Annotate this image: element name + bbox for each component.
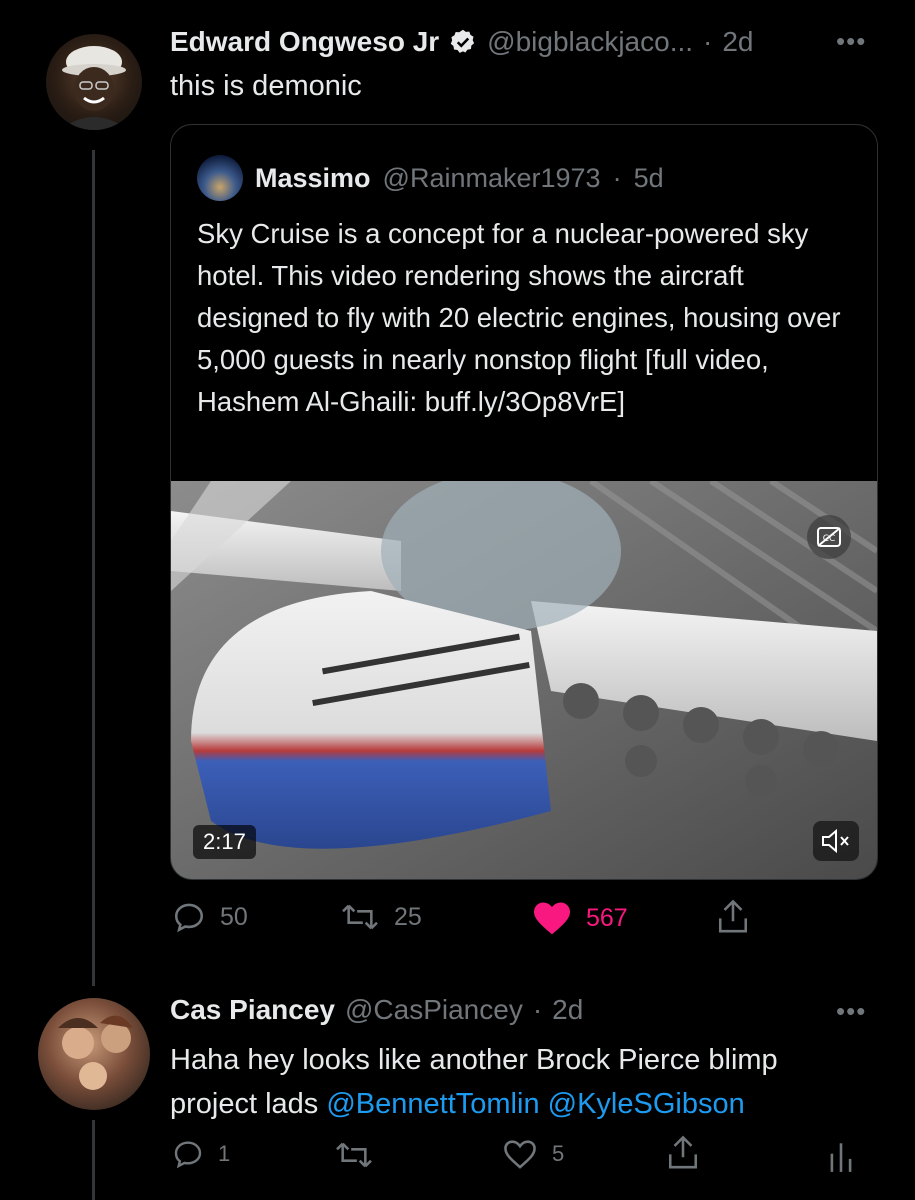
thread-connector-line [92, 150, 95, 986]
video-thumbnail [171, 481, 877, 879]
quoted-author-handle[interactable]: @Rainmaker1973 [383, 163, 601, 194]
tweet-text: Haha hey looks like another Brock Pierce… [170, 1038, 870, 1126]
separator-dot: · [612, 162, 622, 193]
reply-count: 50 [220, 902, 248, 931]
tweet-timestamp[interactable]: 2d [722, 26, 753, 58]
author-name[interactable]: Edward Ongweso Jr [170, 26, 439, 58]
separator-dot: · [703, 26, 713, 57]
tweet-timestamp[interactable]: 2d [552, 994, 583, 1026]
closed-captions-off-icon[interactable]: CC [807, 515, 851, 559]
quoted-tweet-text: Sky Cruise is a concept for a nuclear-po… [197, 218, 841, 417]
muted-speaker-icon[interactable] [813, 821, 859, 861]
share-button[interactable] [716, 898, 750, 936]
quoted-timestamp[interactable]: 5d [634, 163, 664, 194]
share-icon [716, 898, 750, 936]
more-dots-icon[interactable]: ••• [836, 996, 866, 1027]
avatar-massimo[interactable] [197, 155, 243, 201]
like-count: 5 [552, 1141, 565, 1166]
mention-link[interactable]: @KyleSGibson [548, 1088, 745, 1120]
share-icon [666, 1134, 700, 1172]
like-button[interactable]: 567 [532, 900, 628, 936]
mention-link[interactable]: @BennettTomlin [326, 1088, 539, 1120]
video-duration: 2:17 [193, 825, 256, 859]
analytics-button[interactable] [828, 1138, 854, 1172]
retweet-button[interactable]: 25 [340, 900, 422, 934]
verified-badge-icon [449, 28, 477, 56]
thread-connector-line [92, 1120, 95, 1200]
share-button[interactable] [666, 1134, 700, 1172]
quoted-author-name[interactable]: Massimo [255, 163, 371, 194]
heart-filled-icon [532, 900, 572, 936]
svg-text:CC: CC [823, 534, 836, 544]
separator-dot: · [532, 994, 543, 1025]
quoted-tweet-card[interactable]: Massimo @Rainmaker1973 · 5d Sky Cruise i… [170, 124, 878, 880]
reply-count: 1 [218, 1141, 231, 1166]
author-handle[interactable]: @bigblackjaco... [487, 26, 693, 58]
tweet-text: this is demonic [170, 70, 362, 102]
retweet-count: 25 [394, 902, 422, 931]
video-player[interactable]: CC 2:17 [171, 481, 877, 879]
analytics-bars-icon [828, 1138, 854, 1172]
heart-outline-icon [502, 1138, 538, 1170]
reply-icon [172, 1138, 204, 1170]
like-button[interactable]: 5 [502, 1138, 564, 1170]
reply-button[interactable]: 50 [172, 900, 248, 934]
like-count: 567 [586, 903, 628, 932]
retweet-icon [340, 900, 380, 934]
avatar-cas-piancey[interactable] [38, 998, 150, 1110]
reply-button[interactable]: 1 [172, 1138, 230, 1170]
author-name[interactable]: Cas Piancey [170, 994, 335, 1026]
author-handle[interactable]: @CasPiancey [345, 994, 523, 1026]
avatar-edward-ongweso[interactable] [46, 34, 142, 130]
reply-icon [172, 900, 206, 934]
retweet-icon [334, 1138, 374, 1172]
retweet-button[interactable] [334, 1138, 374, 1172]
more-dots-icon[interactable]: ••• [836, 26, 866, 57]
